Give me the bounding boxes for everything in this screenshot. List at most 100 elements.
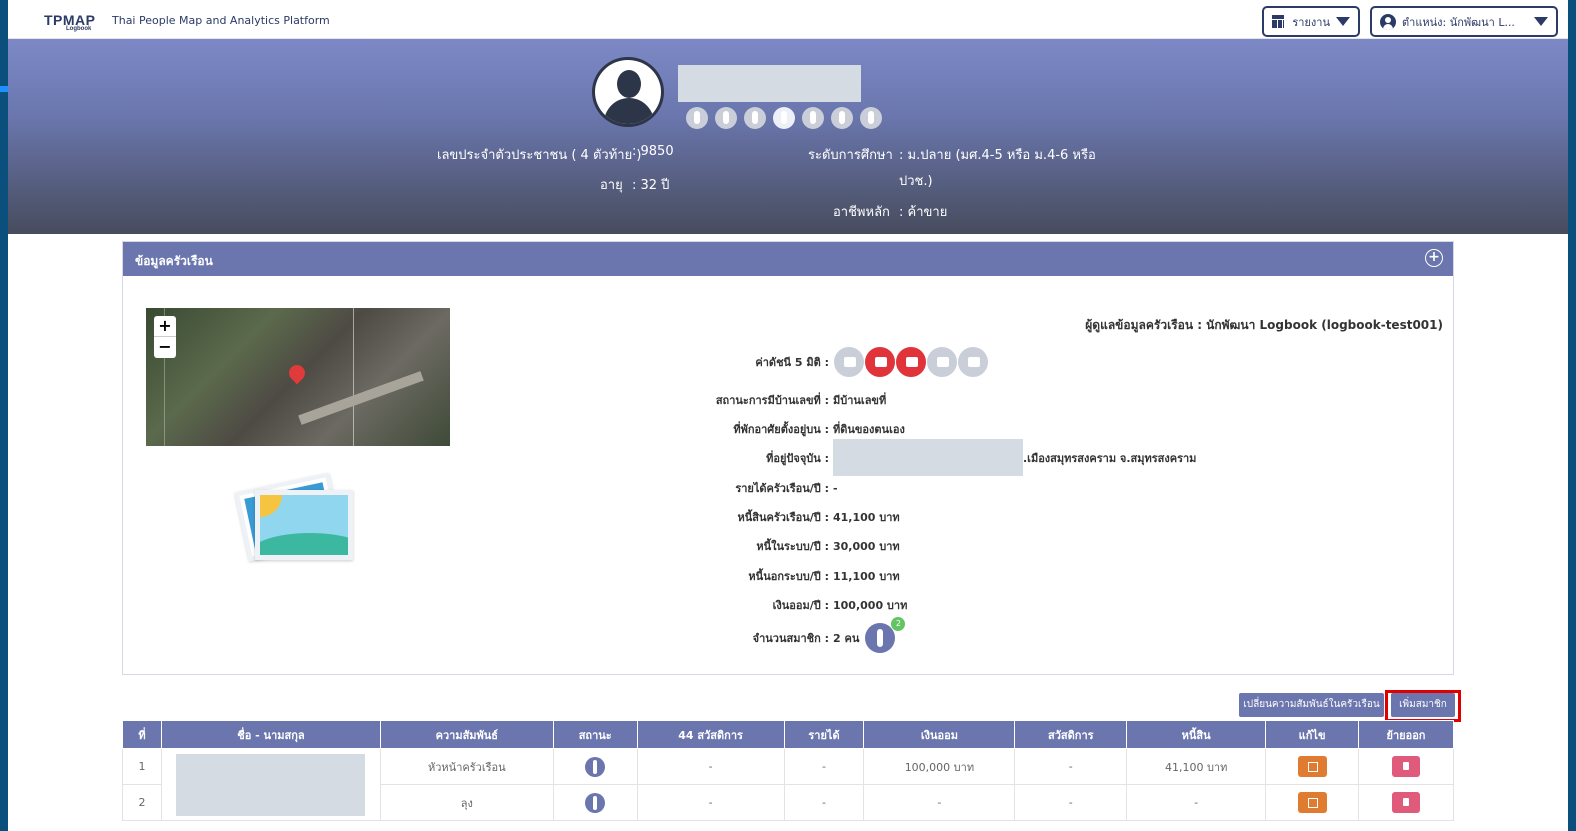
youth-icon <box>715 107 737 129</box>
debt-out-value: 11,100 บาท <box>833 570 900 583</box>
members-table: ที่ ชื่อ - นามสกุล ความสัมพันธ์ สถานะ 44… <box>122 720 1454 821</box>
debt-value: 41,100 บาท <box>833 511 900 524</box>
dimension-icons <box>833 346 989 378</box>
move-out-button[interactable] <box>1392 756 1420 777</box>
platform-title: Thai People Map and Analytics Platform <box>112 14 330 27</box>
address-label: ที่อยู่ปัจจุบัน : <box>766 451 829 465</box>
table-header-row: ที่ ชื่อ - นามสกุล ความสัมพันธ์ สถานะ 44… <box>122 720 1454 749</box>
bedridden-icon <box>860 107 882 129</box>
highlight-box <box>1385 690 1461 722</box>
tpmap-logo[interactable]: TPMAP Logbook <box>44 12 96 32</box>
debt-label: หนี้สินครัวเรือน/ปี : <box>737 511 829 524</box>
col-header-edit: แก้ไข <box>1265 720 1360 749</box>
avatar <box>592 57 664 127</box>
debt-row: หนี้สินครัวเรือน/ปี : 41,100 บาท <box>629 508 900 526</box>
household-panel: ข้อมูลครัวเรือน + + − ผู้ดูแลข้อมูลครัวเ… <box>122 241 1454 675</box>
edit-button[interactable] <box>1297 792 1327 813</box>
debt-in-row: หนี้ในระบบ/ปี : 30,000 บาท <box>629 537 900 555</box>
edit-button[interactable] <box>1297 756 1327 777</box>
debt-in-label: หนี้ในระบบ/ปี : <box>756 540 829 553</box>
savings-row: เงินออม/ปี : 100,000 บาท <box>629 596 908 614</box>
household-title: ข้อมูลครัวเรือน <box>135 254 213 268</box>
col-header-status: สถานะ <box>552 720 638 749</box>
income-value: - <box>833 481 838 495</box>
savings-label: เงินออม/ปี : <box>772 599 829 612</box>
col-header-move-out: ย้ายออก <box>1358 720 1454 749</box>
debt-out-row: หนี้นอกระบบ/ปี : 11,100 บาท <box>629 567 900 585</box>
cell-welfare: - <box>1014 748 1128 785</box>
report-dropdown[interactable]: รายงาน <box>1262 6 1360 37</box>
members-row: จำนวนสมาชิก : 2 คน 2 <box>629 617 906 653</box>
avatar-head <box>617 70 641 98</box>
land-row: ที่พักอาศัยตั้งอยู่บน : ที่ดินของตนเอง <box>629 420 904 438</box>
household-map[interactable]: + − <box>146 308 450 446</box>
index5-label: ค่าดัชนี 5 มิติ : <box>755 356 829 369</box>
health-icon <box>833 346 865 378</box>
member-count-badge: 2 <box>891 617 906 631</box>
left-accent <box>0 86 8 92</box>
cell-status <box>552 784 638 821</box>
user-dropdown[interactable]: ตำแหน่ง: นักพัฒนา L... <box>1370 6 1558 37</box>
welfare-icon <box>957 346 989 378</box>
debt-in-value: 30,000 บาท <box>833 540 900 553</box>
map-tile-line <box>353 308 354 446</box>
profile-header: เลขประจำตัวประชาชน ( 4 ตัวท้าย ) : 9850 … <box>8 39 1568 234</box>
cell-no: 1 <box>122 748 162 785</box>
col-header-debt: หนี้สิน <box>1126 720 1267 749</box>
child-icon <box>686 107 708 129</box>
cell-status <box>552 748 638 785</box>
address-redacted <box>833 439 1023 476</box>
index5-row: ค่าดัชนี 5 มิติ : <box>629 346 989 378</box>
cell-edit <box>1265 784 1360 821</box>
image-icon <box>255 490 353 560</box>
cell-debt: 41,100 บาท <box>1126 748 1267 785</box>
members-value: 2 คน <box>833 632 860 645</box>
name-redacted <box>678 65 861 102</box>
disabled-icon <box>831 107 853 129</box>
age-value: : 32 ปี <box>632 178 670 193</box>
move-out-button[interactable] <box>1392 792 1420 813</box>
caretaker-info: ผู้ดูแลข้อมูลครัวเรือน : นักพัฒนา Logboo… <box>1085 318 1443 332</box>
adult-icon <box>744 107 766 129</box>
app-frame: TPMAP Logbook Thai People Map and Analyt… <box>8 0 1568 831</box>
cell-welfare44: - <box>636 784 785 821</box>
map-zoom-out-button[interactable]: − <box>154 337 176 358</box>
report-label: รายงาน <box>1292 15 1330 29</box>
savings-value: 100,000 บาท <box>833 599 908 612</box>
person-status-icons <box>686 107 882 129</box>
user-circle-icon <box>1380 13 1396 30</box>
elderly-icon <box>802 107 824 129</box>
age-label: อายุ <box>600 178 623 193</box>
education-value-cont: ปวช.) <box>899 174 933 189</box>
person-status-icon[interactable] <box>585 756 606 777</box>
cell-debt: - <box>1126 784 1267 821</box>
income-icon <box>926 346 958 378</box>
change-relation-button[interactable]: เปลี่ยนความสัมพันธ์ในครัวเรือน <box>1239 693 1384 717</box>
address-value: .เมืองสมุทรสงคราม จ.สมุทรสงคราม <box>1023 451 1197 465</box>
members-label: จำนวนสมาชิก : <box>752 632 829 645</box>
cell-move-out <box>1358 748 1454 785</box>
avatar-body <box>604 98 654 124</box>
education-icon <box>895 346 927 378</box>
col-header-welfare44: 44 สวัสดิการ <box>636 720 785 749</box>
map-zoom-in-button[interactable]: + <box>154 316 176 337</box>
expand-plus-icon[interactable]: + <box>1425 249 1443 267</box>
house-no-row: สถานะการมีบ้านเลขที่ : มีบ้านเลขที่ <box>629 391 886 409</box>
table-row: 1 หัวหน้าครัวเรือน - - 100,000 บาท - 41,… <box>122 748 1454 821</box>
working-age-icon <box>773 107 795 129</box>
logo-subtext: Logbook <box>66 26 92 32</box>
member-icon[interactable]: 2 <box>865 617 906 653</box>
cell-relation: หัวหน้าครัวเรือน <box>379 748 554 785</box>
income-row: รายได้ครัวเรือน/ปี : - <box>629 479 838 497</box>
cell-move-out <box>1358 784 1454 821</box>
household-photo-placeholder[interactable] <box>234 472 357 564</box>
person-status-icon[interactable] <box>585 792 606 813</box>
cell-income: - <box>783 748 865 785</box>
cell-welfare: - <box>1014 784 1128 821</box>
land-label: ที่พักอาศัยตั้งอยู่บน : <box>733 423 829 436</box>
cell-no: 2 <box>122 784 162 821</box>
top-navbar: TPMAP Logbook Thai People Map and Analyt… <box>8 0 1568 39</box>
col-header-savings: เงินออม <box>863 720 1016 749</box>
cell-savings: - <box>863 784 1016 821</box>
col-header-no: ที่ <box>122 720 162 749</box>
